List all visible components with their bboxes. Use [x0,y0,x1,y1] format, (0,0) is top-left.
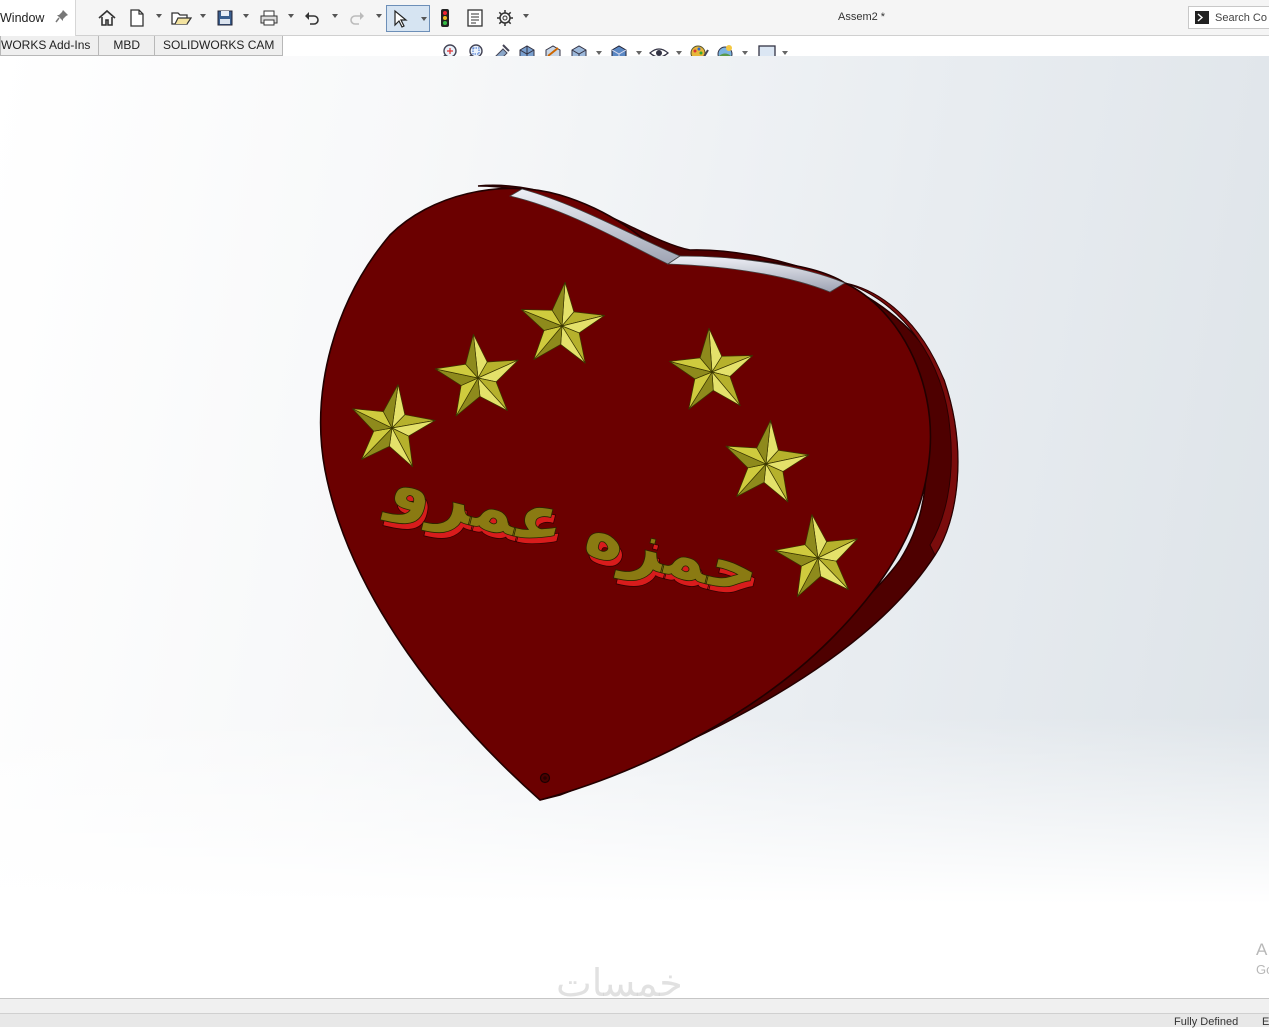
document-title: Assem2 * [838,11,886,23]
command-manager-tabs: WORKS Add-Ins MBD SOLIDWORKS CAM [0,36,284,56]
home-icon[interactable] [96,6,118,30]
tab-mbd[interactable]: MBD [98,36,156,56]
chevron-down-icon[interactable] [288,14,294,18]
chevron-down-icon[interactable] [782,51,788,55]
chevron-down-icon[interactable] [200,14,206,18]
status-fully-defined: Fully Defined [1174,1016,1239,1028]
chevron-down-icon[interactable] [676,51,682,55]
select-button[interactable] [386,5,430,32]
screw-hole-center [543,776,547,780]
chevron-down-icon[interactable] [332,14,338,18]
chevron-down-icon[interactable] [596,51,602,55]
cursor-arrow-icon [394,9,408,28]
status-extra: E [1262,1016,1269,1028]
chevron-down-icon[interactable] [636,51,642,55]
menu-window[interactable]: Window [0,0,76,36]
chevron-down-icon[interactable] [156,14,162,18]
tab-solidworks-cam[interactable]: SOLIDWORKS CAM [154,36,284,56]
search-commands-input[interactable]: Search Co [1188,6,1269,29]
heart-model[interactable]: حمزه عمرو حمزه عمرو [0,56,1269,998]
graphics-area[interactable]: حمزه عمرو حمزه عمرو A Go خمسات [0,56,1269,998]
chevron-down-icon[interactable] [421,17,427,21]
open-folder-icon[interactable] [170,6,192,30]
rebuild-traffic-light-icon[interactable] [438,6,452,30]
windows-activation-notice: A Go [1256,940,1269,977]
redo-icon[interactable] [347,6,367,30]
status-bar: Fully Defined E [0,998,1269,1028]
chevron-down-icon[interactable] [376,14,382,18]
menu-window-label: Window [0,11,45,25]
undo-icon[interactable] [302,6,322,30]
chevron-down-icon[interactable] [523,14,529,18]
quick-access-toolbar: Window Assem2 * Search Co [0,0,1269,36]
gear-icon[interactable] [495,6,515,30]
new-document-icon[interactable] [128,6,146,30]
file-properties-icon[interactable] [465,6,485,30]
search-label: Search Co [1215,12,1267,24]
watermark: خمسات [556,961,683,998]
save-icon[interactable] [215,6,235,30]
print-icon[interactable] [258,6,280,30]
tab-addins[interactable]: WORKS Add-Ins [0,36,100,56]
activation-line-2: Go [1256,962,1269,977]
activation-line-1: A [1256,940,1268,959]
chevron-down-icon[interactable] [742,51,748,55]
command-prompt-icon [1195,11,1209,24]
chevron-down-icon[interactable] [243,14,249,18]
pin-icon[interactable] [55,9,69,26]
